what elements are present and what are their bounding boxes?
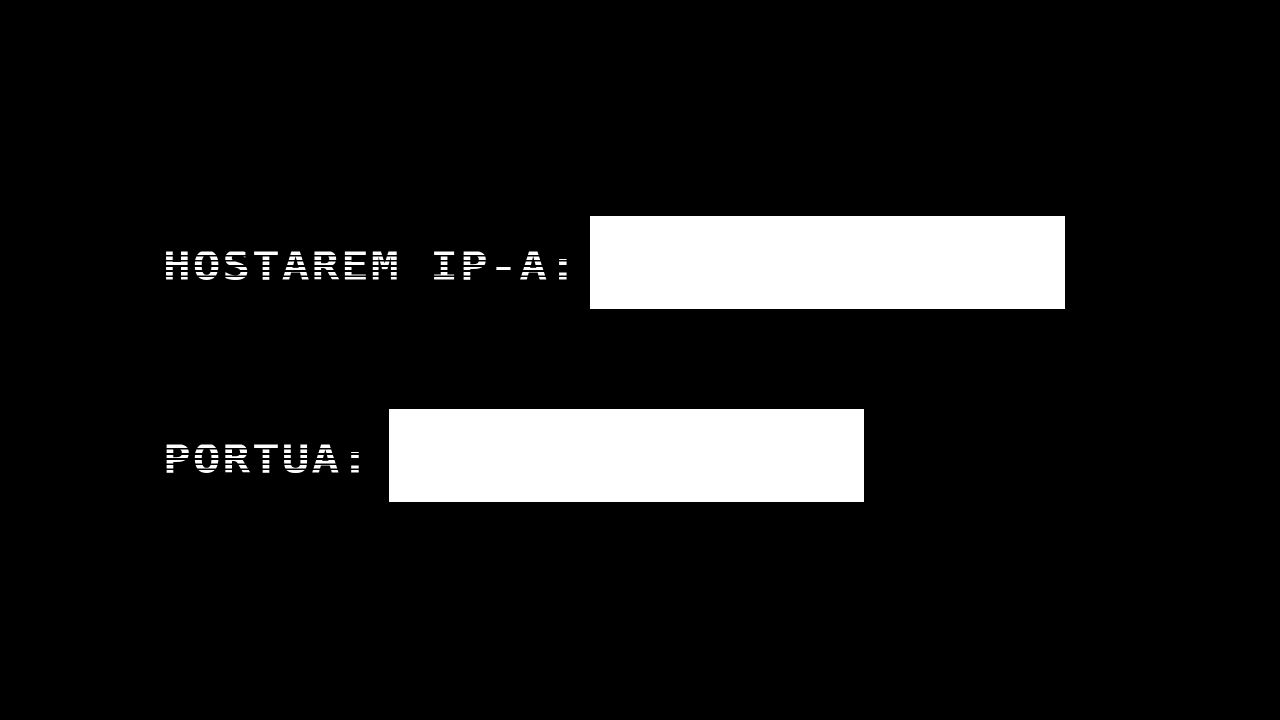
host-ip-label: HOSTAREM IP-A: bbox=[163, 243, 579, 289]
port-label: PORTUA: bbox=[163, 436, 371, 482]
connection-screen: HOSTAREM IP-A: PORTUA: bbox=[0, 0, 1280, 720]
host-ip-input[interactable] bbox=[590, 216, 1065, 309]
port-input[interactable] bbox=[389, 409, 864, 502]
